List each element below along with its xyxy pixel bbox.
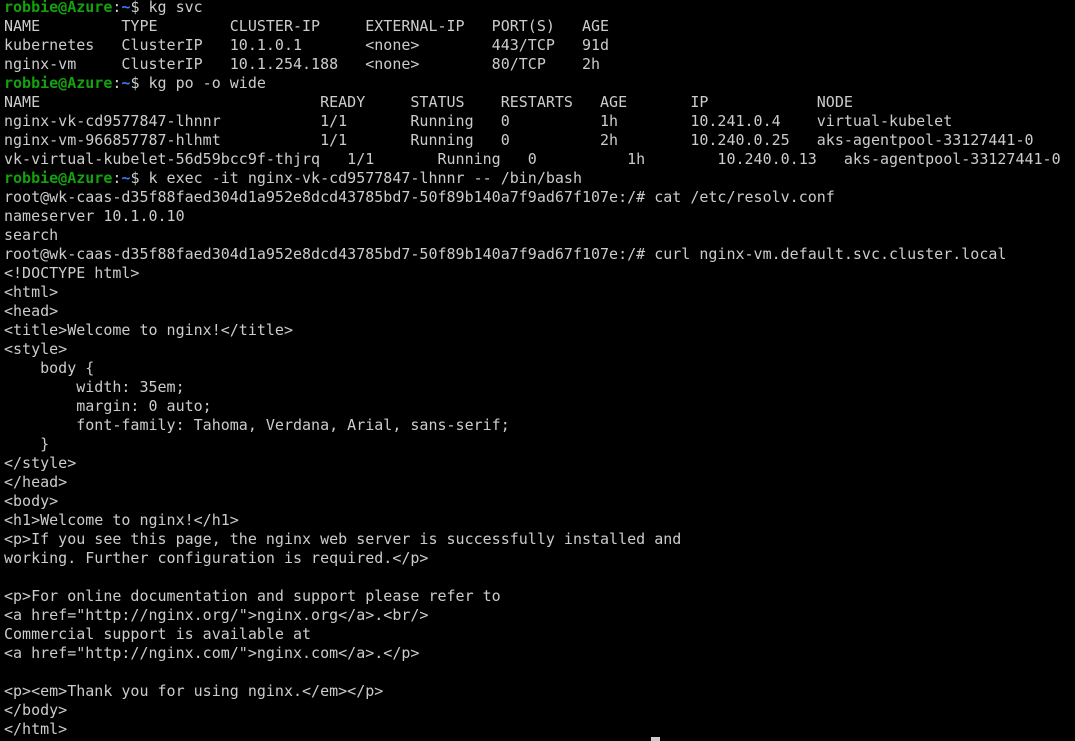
output-line: search [4,226,59,244]
output-line: <style> [4,340,68,358]
output-line: <h1>Welcome to nginx!</h1> [4,511,239,529]
prompt-symbol: $ [130,74,149,92]
output-line: kubernetes ClusterIP 10.1.0.1 <none> 443… [4,36,610,54]
prompt-symbol: $ [130,169,149,187]
output-line: Commercial support is available at [4,625,312,643]
command-text: k exec -it nginx-vk-cd9577847-lhnnr -- /… [148,169,582,187]
prompt-line: robbie@Azure:~$ kg po -o wide [4,74,1075,93]
prompt-symbol: $ [130,0,149,16]
output-line: } [4,435,50,453]
output-line: body { [4,359,95,377]
output-line: <html> [4,283,59,301]
output-line: NAME TYPE CLUSTER-IP EXTERNAL-IP PORT(S)… [4,17,610,35]
terminal-output: robbie@Azure:~$ kg svc NAME TYPE CLUSTER-… [4,0,1075,739]
output-line: <!DOCTYPE html> [4,264,140,282]
output-line: nameserver 10.1.0.10 [4,207,185,225]
output-line: </body> [4,701,68,719]
terminal-window[interactable]: robbie@Azure:~$ kg svc NAME TYPE CLUSTER-… [0,0,1075,741]
output-line: width: 35em; [4,378,185,396]
output-line: working. Further configuration is requir… [4,549,429,567]
output-line: vk-virtual-kubelet-56d59bcc9f-thjrq 1/1 … [4,150,1061,168]
output-line: <p>For online documentation and support … [4,587,501,605]
output-line: <title>Welcome to nginx!</title> [4,321,293,339]
output-line: </html> [4,720,68,738]
prompt-user-host: robbie@Azure [4,0,113,16]
output-line: nginx-vk-cd9577847-lhnnr 1/1 Running 0 1… [4,112,953,130]
output-line: <head> [4,302,59,320]
output-line: NAME READY STATUS RESTARTS AGE IP NODE [4,93,853,111]
prompt-line: robbie@Azure:~$ k exec -it nginx-vk-cd95… [4,169,1075,188]
output-line: margin: 0 auto; [4,397,212,415]
output-line: nginx-vm ClusterIP 10.1.254.188 <none> 8… [4,55,601,73]
prompt-line: robbie@Azure:~$ kg svc [4,0,1075,17]
command-text: kg po -o wide [148,74,266,92]
output-line: <p><em>Thank you for using nginx.</em></… [4,682,384,700]
output-line: <a href="http://nginx.org/">nginx.org</a… [4,606,429,624]
prompt-user-host: robbie@Azure [4,74,113,92]
output-line: root@wk-caas-d35f88faed304d1a952e8dcd437… [4,188,835,206]
output-line: nginx-vm-966857787-hlhmt 1/1 Running 0 2… [4,131,1034,149]
output-line: </style> [4,454,77,472]
output-line: </head> [4,473,68,491]
output-line: root@wk-caas-d35f88faed304d1a952e8dcd437… [4,245,1007,263]
prompt-user-host: robbie@Azure [4,169,113,187]
command-text: kg svc [148,0,203,16]
text-cursor [651,737,660,741]
output-line: font-family: Tahoma, Verdana, Arial, san… [4,416,510,434]
output-line: <a href="http://nginx.com/">nginx.com</a… [4,644,420,662]
output-line: <p>If you see this page, the nginx web s… [4,530,682,548]
output-line: <body> [4,492,59,510]
